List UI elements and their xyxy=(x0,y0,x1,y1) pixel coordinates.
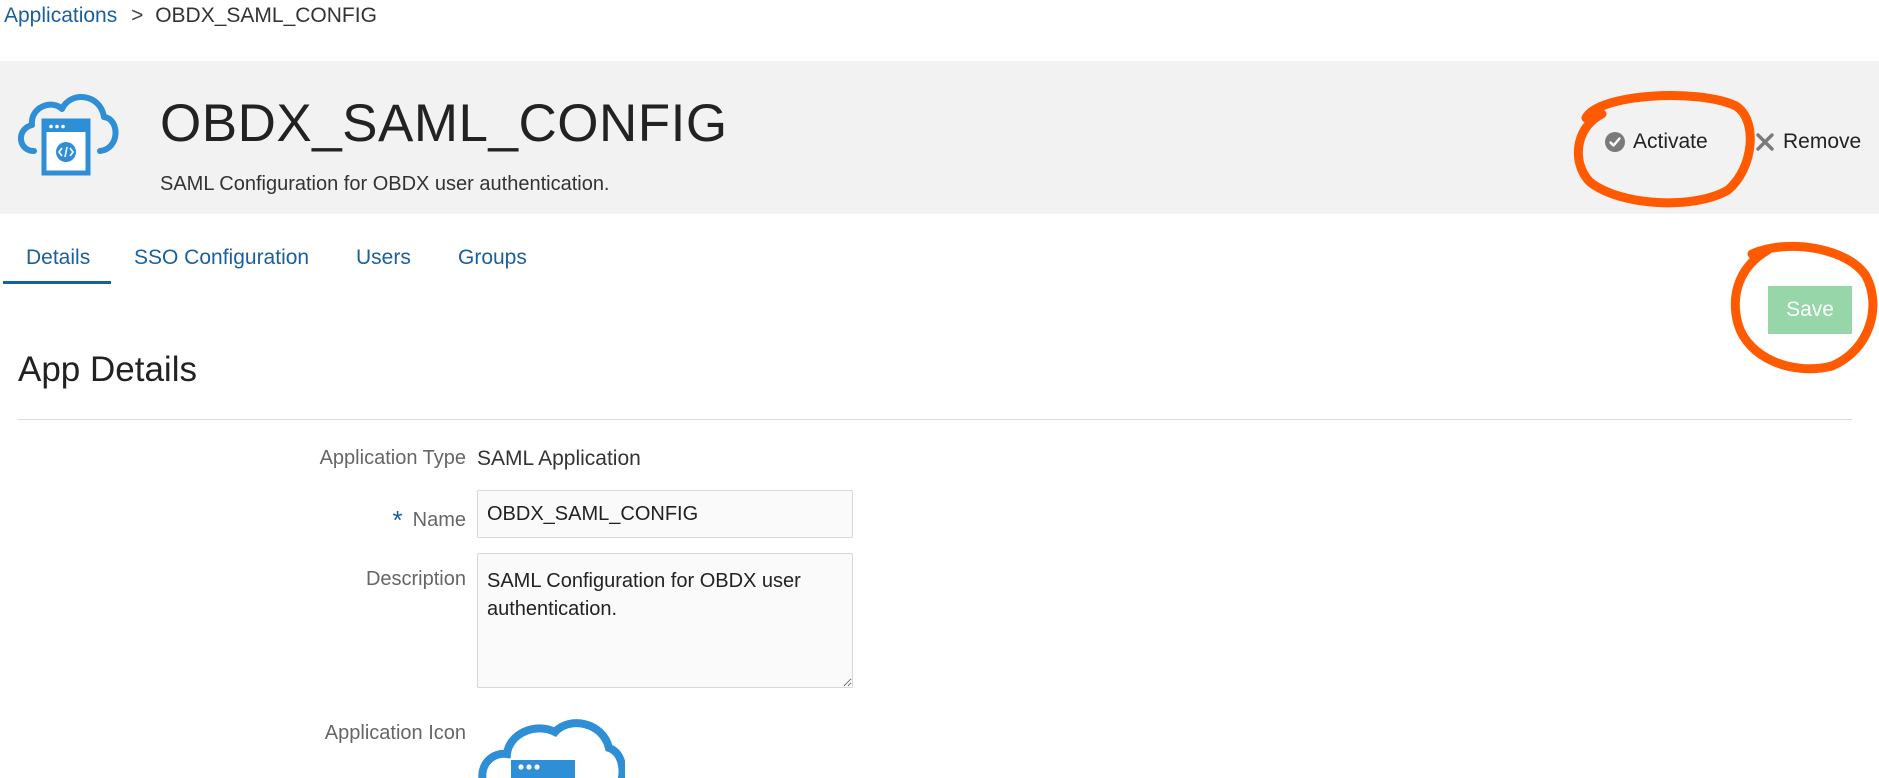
breadcrumb-applications-link[interactable]: Applications xyxy=(4,4,117,27)
application-icon-preview[interactable] xyxy=(475,712,625,778)
tab-users[interactable]: Users xyxy=(356,238,411,284)
app-subtitle: SAML Configuration for OBDX user authent… xyxy=(160,173,610,195)
section-title-app-details: App Details xyxy=(18,350,197,389)
remove-label: Remove xyxy=(1783,130,1862,153)
breadcrumb: Applications > OBDX_SAML_CONFIG xyxy=(4,4,377,28)
section-divider xyxy=(18,419,1852,420)
tab-groups[interactable]: Groups xyxy=(458,238,527,284)
name-input[interactable] xyxy=(477,490,853,538)
remove-button[interactable]: Remove xyxy=(1755,127,1861,157)
tab-sso-configuration[interactable]: SSO Configuration xyxy=(134,238,309,284)
app-header: OBDX_SAML_CONFIG SAML Configuration for … xyxy=(0,61,1879,214)
app-title: OBDX_SAML_CONFIG xyxy=(160,94,728,153)
activate-label: Activate xyxy=(1633,130,1708,153)
close-icon xyxy=(1756,133,1774,151)
breadcrumb-current: OBDX_SAML_CONFIG xyxy=(155,4,377,27)
breadcrumb-separator: > xyxy=(131,4,144,27)
application-type-label: Application Type xyxy=(319,447,466,469)
application-icon-label: Application Icon xyxy=(324,722,466,744)
check-circle-icon xyxy=(1605,132,1625,152)
cloud-app-icon xyxy=(18,94,119,176)
activate-button[interactable]: Activate xyxy=(1605,127,1708,157)
save-button[interactable]: Save xyxy=(1768,286,1852,334)
description-textarea[interactable]: SAML Configuration for OBDX user authent… xyxy=(477,553,853,688)
required-marker: * xyxy=(392,505,403,535)
name-label-row: * Name xyxy=(392,502,466,535)
tab-details[interactable]: Details xyxy=(3,238,111,284)
description-label: Description xyxy=(365,568,466,590)
application-type-value: SAML Application xyxy=(477,447,641,470)
name-label: Name xyxy=(412,509,466,531)
